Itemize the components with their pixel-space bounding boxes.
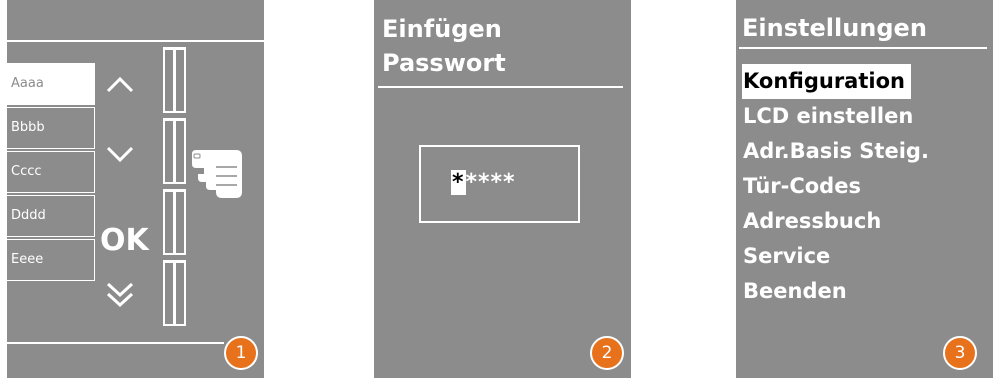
- top-divider: [7, 40, 264, 42]
- step-badge: 3: [943, 336, 977, 370]
- settings-menu: Konfiguration LCD einstellen Adr.Basis S…: [742, 64, 929, 309]
- title-line-1: Einfügen: [382, 15, 502, 43]
- bottom-divider: [7, 342, 224, 344]
- menu-item-beenden[interactable]: Beenden: [742, 274, 929, 309]
- key-label-1: Aaaa: [7, 63, 95, 105]
- double-chevron-down-icon: [106, 282, 134, 308]
- key-label-3: Cccc: [7, 151, 95, 193]
- panel-keypad: Aaaa Bbbb Cccc Dddd Eeee OK 1: [7, 0, 264, 378]
- password-masked: ****: [465, 170, 516, 195]
- step-badge: 1: [224, 336, 258, 370]
- up-button[interactable]: [100, 74, 140, 94]
- title-divider: [739, 47, 987, 49]
- key-labels: Aaaa Bbbb Cccc Dddd Eeee: [7, 63, 95, 283]
- menu-item-tuer-codes[interactable]: Tür-Codes: [742, 169, 929, 204]
- chevron-down-icon: [106, 146, 134, 163]
- side-keys: [163, 47, 186, 331]
- menu-item-lcd[interactable]: LCD einstellen: [742, 99, 929, 134]
- chevron-up-icon: [106, 76, 134, 93]
- ok-button[interactable]: OK: [100, 223, 149, 259]
- down-button[interactable]: [100, 145, 140, 165]
- key-label-4: Dddd: [7, 195, 95, 237]
- settings-title: Einstellungen: [742, 14, 927, 42]
- page-down-button[interactable]: [100, 280, 140, 310]
- key-label-2: Bbbb: [7, 107, 95, 149]
- password-field[interactable]: *****: [419, 145, 580, 223]
- step-badge: 2: [590, 336, 624, 370]
- password-value: *****: [451, 170, 516, 195]
- side-key-2[interactable]: [163, 118, 186, 184]
- title-divider: [378, 86, 623, 88]
- menu-item-service[interactable]: Service: [742, 239, 929, 274]
- panel-settings: Einstellungen Konfiguration LCD einstell…: [736, 0, 993, 378]
- menu-item-adr-basis[interactable]: Adr.Basis Steig.: [742, 134, 929, 169]
- pointing-hand-icon: [192, 150, 242, 198]
- menu-item-adressbuch[interactable]: Adressbuch: [742, 204, 929, 239]
- side-key-3[interactable]: [163, 189, 186, 255]
- side-key-4[interactable]: [163, 260, 186, 326]
- menu-item-konfiguration[interactable]: Konfiguration: [742, 64, 911, 99]
- key-label-5: Eeee: [7, 239, 95, 281]
- title-line-2: Passwort: [382, 49, 506, 77]
- password-cursor: *: [451, 170, 466, 195]
- side-key-1[interactable]: [163, 47, 186, 113]
- panel-password: Einfügen Passwort ***** 2: [374, 0, 631, 378]
